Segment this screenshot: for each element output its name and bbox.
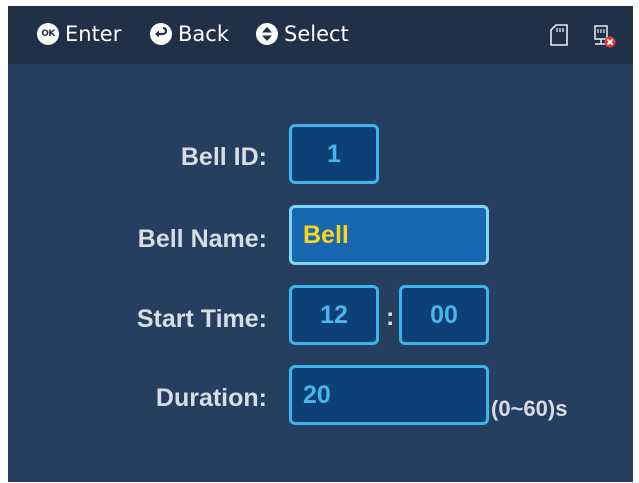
bell-id-field[interactable]: 1 [289,124,379,184]
bell-id-label: Bell ID: [180,143,267,171]
bell-name-label: Bell Name: [137,225,267,253]
duration-unit: (0~60)s [491,396,568,421]
ok-icon: OK [37,23,59,45]
duration-label: Duration: [155,384,267,412]
time-separator: : [386,303,395,331]
start-time-label: Start Time: [136,305,267,333]
device-screen: OK Enter Back Select Bell ID: 1 Bell Nam… [8,6,633,482]
start-time-minute-field[interactable]: 00 [399,285,489,345]
bell-name-field[interactable]: Bell [289,205,489,265]
hint-back: Back [150,21,229,47]
hint-select: Select [256,21,349,47]
top-bar: OK Enter Back Select [8,6,633,64]
hint-back-label: Back [178,22,229,46]
start-time-hour-field[interactable]: 12 [289,285,379,345]
duration-field[interactable]: 20 [289,365,489,425]
up-down-icon [256,23,278,45]
hint-enter-label: Enter [65,22,122,46]
back-arrow-icon [150,23,172,45]
hint-select-label: Select [284,22,349,46]
network-disconnected-icon [592,24,616,53]
hint-enter: OK Enter [37,21,121,47]
sd-card-icon [549,24,569,51]
